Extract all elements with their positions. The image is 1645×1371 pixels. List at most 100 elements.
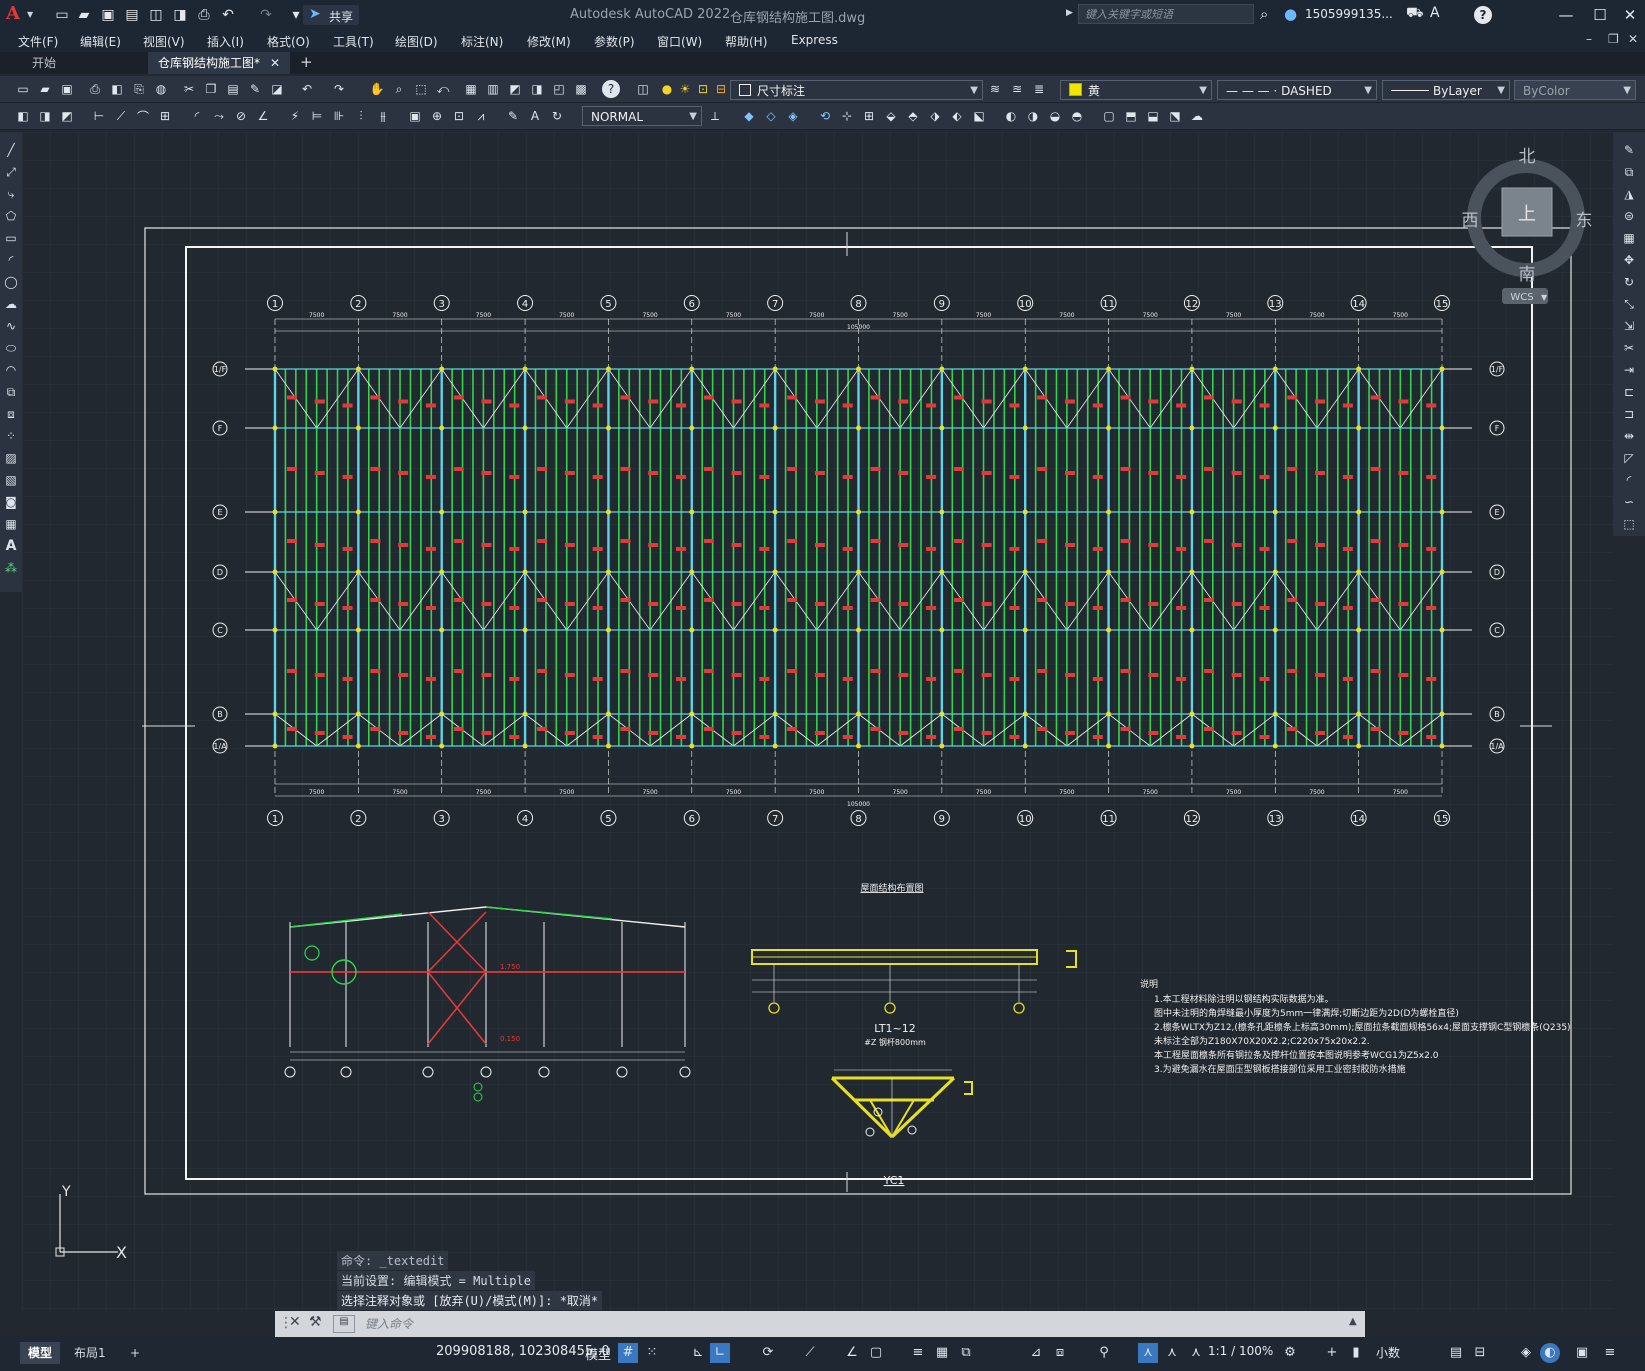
layer-unisolate-icon[interactable]: ◩	[58, 107, 76, 125]
ordinate-dim-icon[interactable]: ⊞	[156, 107, 174, 125]
3d-print-icon[interactable]: ◍	[152, 80, 170, 98]
annotation-scale-value[interactable]: 1:1 / 100%	[1208, 1344, 1273, 1358]
layer-iso-icon[interactable]: ◨	[36, 107, 54, 125]
menu-insert[interactable]: 插入(I)	[207, 33, 244, 50]
snap-icon[interactable]: ⁙	[642, 1343, 662, 1363]
tab-document[interactable]: 仓库钢结构施工图* ✕	[148, 52, 290, 74]
ellipse-icon[interactable]: ⬭	[3, 340, 19, 356]
plot-icon[interactable]: ⎙	[194, 5, 214, 25]
ucs-view-icon[interactable]: ⬖	[948, 107, 966, 125]
match-prop-icon[interactable]: ✎	[246, 80, 264, 98]
doc-close-button[interactable]: ✕	[1628, 32, 1638, 46]
share-button[interactable]: ➤ 共享	[303, 5, 359, 25]
view-front-icon[interactable]: ◆	[740, 107, 758, 125]
customization-menu-icon[interactable]: ≡	[1600, 1343, 1620, 1363]
new-tab-button[interactable]: +	[300, 53, 313, 71]
clean-screen-icon[interactable]: ▣	[1572, 1343, 1592, 1363]
text-style-dropdown[interactable]: NORMAL ▼	[582, 106, 702, 126]
search-icon[interactable]: ⌕	[1260, 5, 1268, 23]
quick-properties-icon[interactable]: ▤	[1446, 1343, 1466, 1363]
menu-file[interactable]: 文件(F)	[18, 33, 58, 50]
break-at-point-icon[interactable]: ⊏	[1621, 384, 1637, 400]
compass-south[interactable]: 南	[1519, 265, 1536, 285]
chevron-down-icon[interactable]: ▼	[1541, 293, 1548, 302]
infer-constraints-icon[interactable]: ⊾	[688, 1343, 708, 1363]
view-side-icon[interactable]: ◈	[784, 107, 802, 125]
command-scroll-up-icon[interactable]: ▲	[1349, 1316, 1357, 1327]
save-web-icon[interactable]: ◨	[170, 5, 190, 25]
baseline-dim-icon[interactable]: ⊨	[308, 107, 326, 125]
ucs-icon[interactable]: ⊹	[838, 107, 856, 125]
recent-commands-icon[interactable]: ▤	[333, 1315, 355, 1333]
aligned-dim-icon[interactable]: ⟋	[112, 107, 130, 125]
auto-scale-icon[interactable]: ⋏	[1162, 1343, 1182, 1363]
diameter-dim-icon[interactable]: ⊘	[232, 107, 250, 125]
polar-icon[interactable]: ⟳	[758, 1343, 778, 1363]
pan-icon[interactable]: ✋	[368, 80, 386, 98]
ucs-previous-icon[interactable]: ⬙	[882, 107, 900, 125]
visual-style-icon[interactable]: ◐	[1002, 107, 1020, 125]
undo-icon[interactable]: ↶	[298, 80, 316, 98]
markup-icon[interactable]: ◰	[550, 80, 568, 98]
center-mark-icon[interactable]: ⊕	[428, 107, 446, 125]
arc-icon[interactable]: ◜	[3, 252, 19, 268]
undo-icon[interactable]: ↶	[218, 5, 238, 25]
layer-states-icon[interactable]: ≣	[1030, 80, 1048, 98]
array-icon[interactable]: ▦	[1621, 230, 1637, 246]
preview-icon[interactable]: ◧	[108, 80, 126, 98]
expand-search-icon[interactable]: ▶	[1066, 8, 1073, 18]
tab-model[interactable]: 模型	[20, 1342, 61, 1364]
help-icon[interactable]: ?	[602, 80, 620, 98]
explode-icon[interactable]: ⬚	[1621, 516, 1637, 532]
hardware-acceleration-icon[interactable]: ◈	[1516, 1343, 1536, 1363]
orbit-icon[interactable]: ⟲	[816, 107, 834, 125]
block-editor-icon[interactable]: ◪	[268, 80, 286, 98]
layer-previous-icon[interactable]: ≊	[1008, 80, 1026, 98]
layer-bulb-icon[interactable]: ●	[658, 80, 676, 98]
color-dropdown[interactable]: 黄 ▼	[1060, 80, 1212, 100]
erase-icon[interactable]: ✎	[1621, 142, 1637, 158]
join-icon[interactable]: ⇹	[1621, 428, 1637, 444]
cut-icon[interactable]: ✂	[180, 80, 198, 98]
save-icon[interactable]: ▣	[98, 5, 118, 25]
dim-update-icon[interactable]: ↻	[548, 107, 566, 125]
coordinates-display[interactable]: 209908188, 102308455, 0	[436, 1344, 610, 1359]
isodraft-icon[interactable]: ⟋	[800, 1343, 820, 1363]
maximize-button[interactable]: ☐	[1586, 4, 1614, 26]
menu-view[interactable]: 视图(V)	[143, 33, 185, 50]
search-input[interactable]: 键入关键字或短语	[1078, 4, 1254, 24]
continue-dim-icon[interactable]: ⊪	[330, 107, 348, 125]
menu-draw[interactable]: 绘图(D)	[395, 33, 438, 50]
make-block-icon[interactable]: ⧈	[3, 406, 19, 422]
gizmo-icon[interactable]: ⊿	[1026, 1343, 1046, 1363]
isolate-objects-icon[interactable]: ⚲	[1094, 1343, 1114, 1363]
break-icon[interactable]: ⊐	[1621, 406, 1637, 422]
circle-icon[interactable]: ◯	[3, 274, 19, 290]
command-input[interactable]: 键入命令	[365, 1314, 1345, 1334]
annotation-monitor-icon[interactable]: ⧈	[1050, 1343, 1070, 1363]
ucs-object-icon[interactable]: ⬗	[926, 107, 944, 125]
open-web-icon[interactable]: ◫	[146, 5, 166, 25]
rotate-icon[interactable]: ↻	[1621, 274, 1637, 290]
user-icon[interactable]: ●	[1284, 5, 1297, 23]
menu-window[interactable]: 窗口(W)	[657, 33, 702, 50]
radius-dim-icon[interactable]: ◜	[188, 107, 206, 125]
ucs-face-icon[interactable]: ⬘	[904, 107, 922, 125]
save-as-icon[interactable]: ▤	[122, 5, 142, 25]
view-back-icon[interactable]: ◇	[762, 107, 780, 125]
doc-minimize-button[interactable]: –	[1586, 32, 1592, 46]
xline-icon[interactable]: ⤢	[3, 164, 19, 180]
dim-break-icon[interactable]: ⫵	[374, 107, 392, 125]
compass-west[interactable]: 西	[1462, 211, 1479, 231]
properties-icon[interactable]: ▦	[462, 80, 480, 98]
union-icon[interactable]: ⬓	[1144, 107, 1162, 125]
tab-start[interactable]: 开始	[22, 52, 122, 74]
extend-icon[interactable]: ⇥	[1621, 362, 1637, 378]
plot-icon[interactable]: ⎙	[86, 80, 104, 98]
customize-wrench-icon[interactable]: ⚒	[309, 1314, 322, 1330]
open-icon[interactable]: ▰	[36, 80, 54, 98]
spline-icon[interactable]: ∿	[3, 318, 19, 334]
offset-icon[interactable]: ⊜	[1621, 208, 1637, 224]
menu-parametric[interactable]: 参数(P)	[594, 33, 635, 50]
menu-dimension[interactable]: 标注(N)	[461, 33, 503, 50]
